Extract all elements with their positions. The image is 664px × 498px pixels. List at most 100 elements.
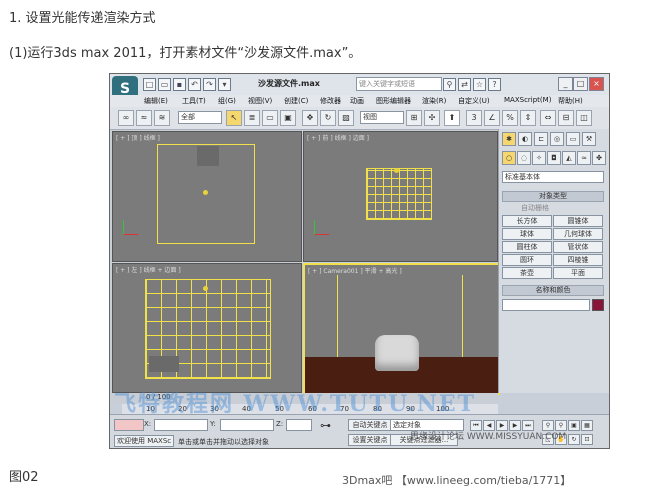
menu-tools[interactable]: 工具(T) bbox=[182, 96, 206, 106]
menu-customize[interactable]: 自定义(U) bbox=[458, 96, 490, 106]
move-icon[interactable]: ✥ bbox=[302, 110, 318, 126]
set-key-button[interactable]: 设置关键点 bbox=[348, 434, 392, 446]
align-icon[interactable]: ⊟ bbox=[558, 110, 574, 126]
plane-button[interactable]: 平面 bbox=[553, 267, 603, 279]
sphere-button[interactable]: 球体 bbox=[502, 228, 552, 240]
viewport-camera[interactable]: [ + ] Camera001 ] 平滑 + 高光 ] bbox=[303, 263, 500, 395]
cylinder-button[interactable]: 圆柱体 bbox=[502, 241, 552, 253]
viewport-left-label[interactable]: [ + ] 左 ] 线框 + 边面 ] bbox=[116, 265, 181, 274]
cone-button[interactable]: 圆锥体 bbox=[553, 215, 603, 227]
utilities-tab-icon[interactable]: ⚒ bbox=[582, 132, 596, 146]
hierarchy-tab-icon[interactable]: ⊏ bbox=[534, 132, 548, 146]
modify-tab-icon[interactable]: ◐ bbox=[518, 132, 532, 146]
box-button[interactable]: 长方体 bbox=[502, 215, 552, 227]
section-heading: 1. 设置光能传递渲染方式 bbox=[9, 11, 156, 26]
menu-animation[interactable]: 动画 bbox=[350, 96, 364, 106]
viewport-front-label[interactable]: [ + ] 前 ] 线框 ] 边面 ] bbox=[307, 133, 369, 142]
rotate-icon[interactable]: ↻ bbox=[320, 110, 336, 126]
menu-rendering[interactable]: 渲染(R) bbox=[422, 96, 446, 106]
search-input[interactable]: 键入关键字或短语 bbox=[356, 77, 442, 91]
favorites-icon[interactable]: ☆ bbox=[473, 78, 486, 91]
percent-snap-icon[interactable]: % bbox=[502, 110, 518, 126]
zoom-extents-all-icon[interactable]: ▦ bbox=[581, 420, 593, 431]
unlink-icon[interactable]: ≈ bbox=[136, 110, 152, 126]
lights-icon[interactable]: ✧ bbox=[532, 151, 546, 165]
selection-filter-select[interactable]: 全部 bbox=[178, 111, 222, 124]
teapot-button[interactable]: 茶壶 bbox=[502, 267, 552, 279]
maximize-viewport-icon[interactable]: ⊡ bbox=[581, 434, 593, 445]
menu-create[interactable]: 创建(C) bbox=[284, 96, 308, 106]
torus-button[interactable]: 圆环 bbox=[502, 254, 552, 266]
undo-icon[interactable]: ↶ bbox=[188, 78, 201, 91]
object-name-field[interactable] bbox=[502, 299, 590, 311]
name-color-rollout[interactable]: 名称和颜色 bbox=[502, 285, 604, 296]
viewport-top[interactable]: [ + ] 顶 ] 线框 ] bbox=[112, 131, 302, 262]
front-view-grid bbox=[366, 168, 432, 220]
cameras-icon[interactable]: ◘ bbox=[547, 151, 561, 165]
keyboard-shortcut-icon[interactable]: ⬆ bbox=[444, 110, 460, 126]
menu-edit[interactable]: 编辑(E) bbox=[144, 96, 168, 106]
key-icon[interactable]: ⊶ bbox=[320, 419, 331, 432]
select-object-icon[interactable]: ↖ bbox=[226, 110, 242, 126]
reference-coordinate-select[interactable]: 视图 bbox=[360, 111, 404, 124]
systems-icon[interactable]: ✤ bbox=[592, 151, 606, 165]
menu-modifiers[interactable]: 修改器 bbox=[320, 96, 341, 106]
help-icon[interactable]: ? bbox=[488, 78, 501, 91]
window-crossing-icon[interactable]: ▣ bbox=[280, 110, 296, 126]
manipulate-icon[interactable]: ✣ bbox=[424, 110, 440, 126]
spinner-snap-icon[interactable]: ⇕ bbox=[520, 110, 536, 126]
figure-caption: 图02 bbox=[9, 470, 39, 485]
y-coord-field[interactable] bbox=[220, 419, 274, 431]
scale-icon[interactable]: ▨ bbox=[338, 110, 354, 126]
viewport-front[interactable]: [ + ] 前 ] 线框 ] 边面 ] bbox=[303, 131, 498, 262]
angle-snap-icon[interactable]: ∠ bbox=[484, 110, 500, 126]
viewport-camera-label[interactable]: [ + ] Camera001 ] 平滑 + 高光 ] bbox=[308, 266, 402, 275]
geosphere-button[interactable]: 几何球体 bbox=[553, 228, 603, 240]
menu-group[interactable]: 组(G) bbox=[218, 96, 236, 106]
menu-help[interactable]: 帮助(H) bbox=[558, 96, 583, 106]
spacewarps-icon[interactable]: ≈ bbox=[577, 151, 591, 165]
maximize-button[interactable]: □ bbox=[573, 77, 588, 91]
viewport-left[interactable]: [ + ] 左 ] 线框 + 边面 ] bbox=[112, 263, 302, 393]
display-tab-icon[interactable]: ▭ bbox=[566, 132, 580, 146]
menu-maxscript[interactable]: MAXScript(M) bbox=[504, 96, 551, 104]
mirror-icon[interactable]: ⇔ bbox=[540, 110, 556, 126]
primitive-category-select[interactable]: 标准基本体 bbox=[502, 171, 604, 183]
open-file-icon[interactable]: ▭ bbox=[158, 78, 171, 91]
redo-icon[interactable]: ↷ bbox=[203, 78, 216, 91]
object-type-rollout[interactable]: 对象类型 bbox=[502, 191, 604, 202]
close-button[interactable]: × bbox=[589, 77, 604, 91]
autogrid-checkbox[interactable]: 自动栅格 bbox=[521, 203, 549, 213]
bind-spacewarp-icon[interactable]: ≋ bbox=[154, 110, 170, 126]
menu-graph-editors[interactable]: 图形编辑器 bbox=[376, 96, 411, 106]
helpers-icon[interactable]: ◭ bbox=[562, 151, 576, 165]
pyramid-button[interactable]: 四棱锥 bbox=[553, 254, 603, 266]
object-color-swatch[interactable] bbox=[592, 299, 604, 311]
zoom-extents-icon[interactable]: ▣ bbox=[568, 420, 580, 431]
region-select-icon[interactable]: ▭ bbox=[262, 110, 278, 126]
viewport-top-label[interactable]: [ + ] 顶 ] 线框 ] bbox=[116, 133, 160, 142]
save-icon[interactable]: ▪ bbox=[173, 78, 186, 91]
create-tab-icon[interactable]: ✱ bbox=[502, 132, 516, 146]
new-file-icon[interactable]: □ bbox=[143, 78, 156, 91]
subscription-icon[interactable]: ⇄ bbox=[458, 78, 471, 91]
snaps-toggle-icon[interactable]: 3 bbox=[466, 110, 482, 126]
binoculars-icon[interactable]: ⚲ bbox=[443, 78, 456, 91]
menu-views[interactable]: 视图(V) bbox=[248, 96, 272, 106]
geometry-icon[interactable]: ○ bbox=[502, 151, 516, 165]
orbit-icon[interactable]: ↻ bbox=[568, 434, 580, 445]
minimize-button[interactable]: _ bbox=[558, 77, 573, 91]
render-setup-icon[interactable]: ◫ bbox=[576, 110, 592, 126]
document-title: 沙发源文件.max bbox=[258, 79, 320, 88]
select-by-name-icon[interactable]: ≣ bbox=[244, 110, 260, 126]
project-folder-icon[interactable]: ▾ bbox=[218, 78, 231, 91]
link-icon[interactable]: ∞ bbox=[118, 110, 134, 126]
motion-tab-icon[interactable]: ◎ bbox=[550, 132, 564, 146]
tube-button[interactable]: 管状体 bbox=[553, 241, 603, 253]
shapes-icon[interactable]: ◌ bbox=[517, 151, 531, 165]
z-coord-field[interactable] bbox=[286, 419, 312, 431]
auto-key-button[interactable]: 自动关键点 bbox=[348, 419, 392, 431]
pivot-center-icon[interactable]: ⊞ bbox=[406, 110, 422, 126]
x-coord-field[interactable] bbox=[154, 419, 208, 431]
maxscript-listener-field[interactable] bbox=[114, 419, 144, 431]
